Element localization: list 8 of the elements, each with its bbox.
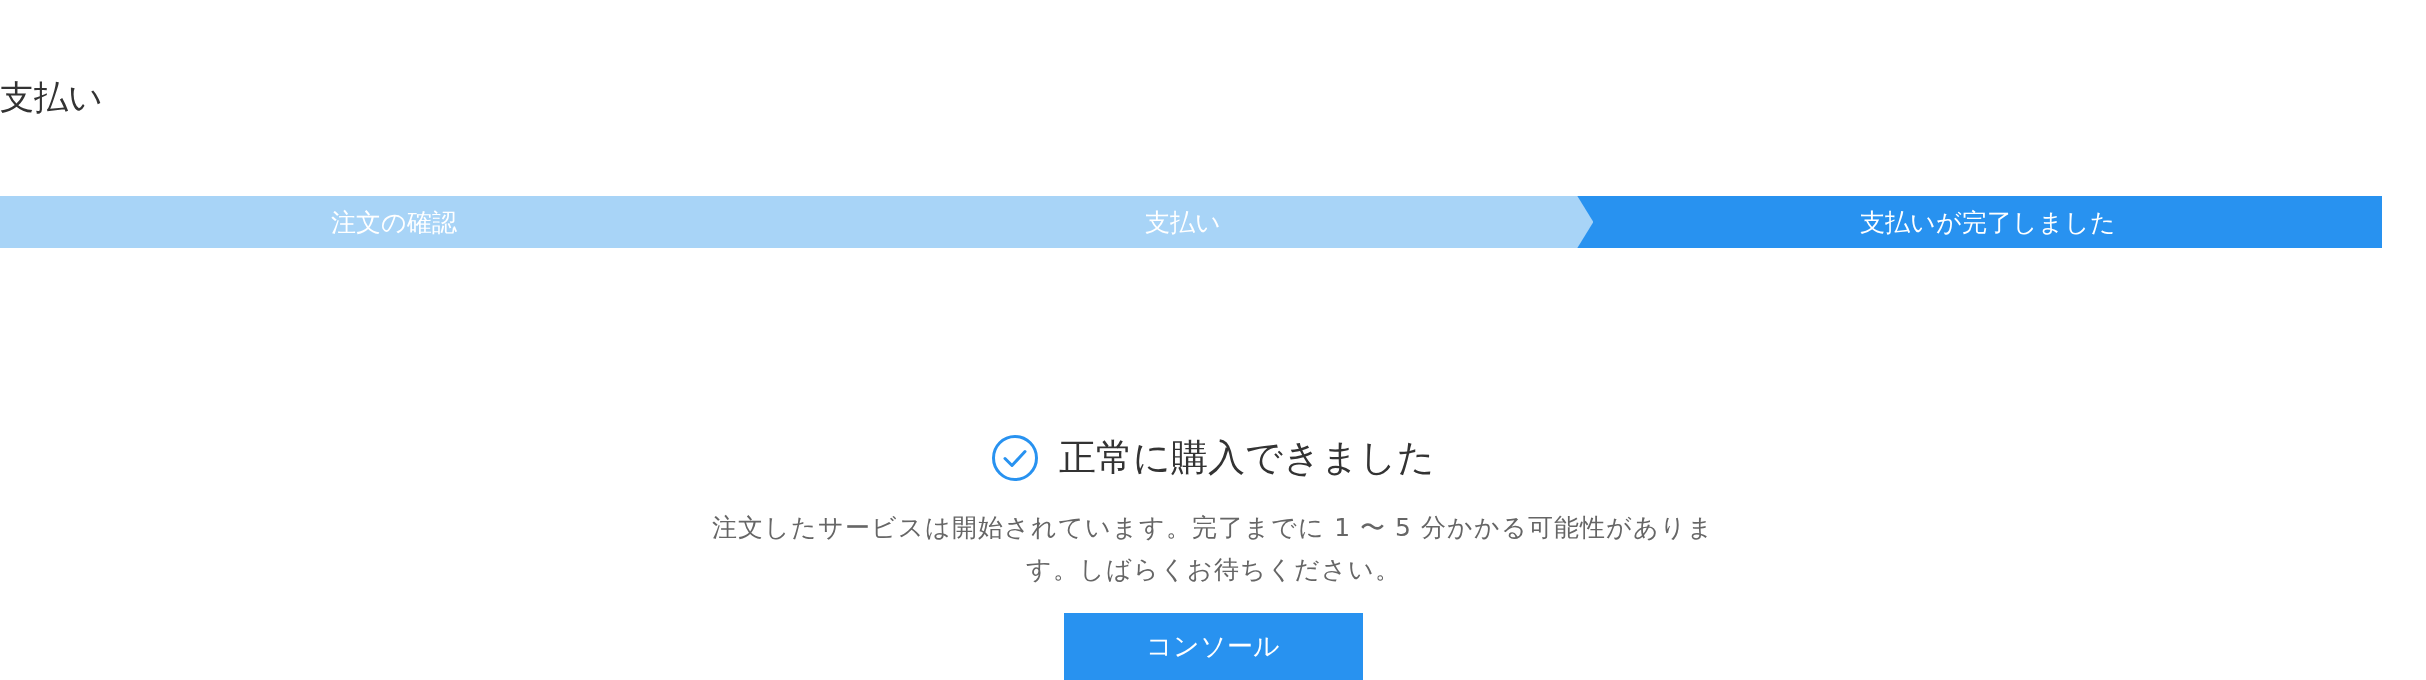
progress-step: 支払いが完了しました [1577,196,2382,248]
check-circle-icon [991,434,1039,482]
page-title: 支払い [0,76,103,119]
success-message: 注文したサービスは開始されています。完了までに 1 〜 5 分かかる可能性があります。しばらくお待ちください。 [711,512,1715,586]
progress-step: 支払い [788,196,1594,248]
console-button[interactable]: コンソール [1063,613,1363,680]
success-heading: 正常に購入できました [1059,435,1435,481]
progress-step: 注文の確認 [0,196,789,248]
